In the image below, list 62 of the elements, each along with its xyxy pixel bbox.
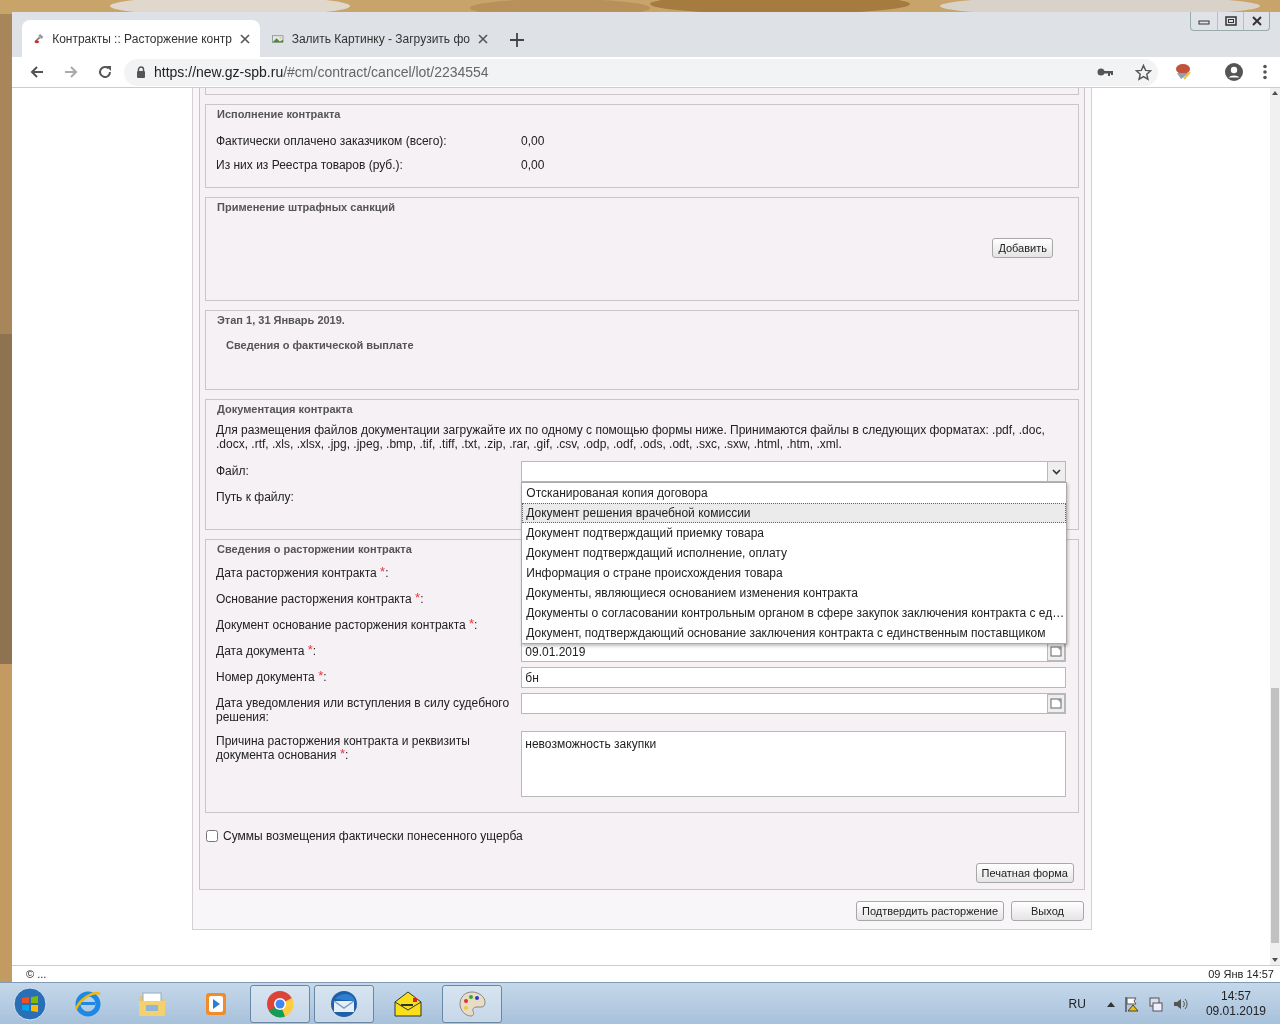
dropdown-option[interactable]: Информация о стране происхождения товара — [522, 563, 1067, 583]
browser-tab[interactable]: Залить Картинку - Загрузить фо — [260, 20, 498, 57]
back-arrow-icon — [29, 64, 45, 80]
checkbox-label: Суммы возмещения фактически понесенного ущерба — [223, 828, 523, 845]
forward-arrow-icon — [63, 64, 79, 80]
lock-icon — [136, 66, 146, 78]
tab-close-button[interactable] — [478, 33, 488, 44]
palette-icon[interactable] — [442, 984, 502, 1023]
new-tab-button[interactable] — [510, 33, 524, 47]
print-form-button[interactable]: Печатная форма — [975, 863, 1074, 883]
field-label: Дата уведомления или вступления в силу судебного решения: — [216, 695, 511, 726]
section-subtitle: Сведения о фактической выплате — [226, 338, 415, 353]
field-label: Путь к файлу: — [216, 489, 295, 506]
field-label: Файл: — [216, 463, 250, 480]
date-field[interactable] — [521, 693, 1066, 714]
close-icon — [1250, 16, 1263, 26]
close-icon — [478, 33, 488, 44]
url-text: https://new.gz-spb.ru/#cm/contract/cancel/lot/2234554 — [154, 62, 489, 82]
field-label: Фактически оплачено заказчиком (всего): — [216, 133, 448, 150]
maximize-icon — [1224, 16, 1237, 26]
browser-icon[interactable] — [250, 984, 310, 1023]
key-icon[interactable] — [1097, 67, 1113, 77]
textarea-field[interactable]: невозможность закупки — [521, 731, 1066, 797]
menu-icon[interactable] — [1262, 64, 1268, 80]
add-button[interactable]: Добавить — [992, 238, 1053, 258]
plus-icon — [510, 33, 524, 47]
field-label: Из них из Реестра товаров (руб.): — [216, 157, 404, 174]
dropdown-option[interactable]: Документ подтверждащий приемку товара — [522, 523, 1067, 543]
confirm-button[interactable]: Подтвердить расторжение — [855, 901, 1004, 921]
checkbox[interactable] — [206, 830, 218, 842]
address-bar[interactable]: https://new.gz-spb.ru/#cm/contract/cancel/lot/2234554 — [124, 58, 1158, 86]
scrollbar[interactable] — [1270, 88, 1280, 965]
reload-icon — [97, 64, 113, 80]
chevron-down-icon — [1052, 468, 1061, 475]
field-value: 0,00 — [521, 133, 545, 150]
dropdown-option[interactable]: Документ решения врачебной комиссии — [522, 503, 1067, 523]
close-icon — [240, 33, 250, 44]
network-icon[interactable] — [1147, 995, 1164, 1012]
scrollbar-thumb[interactable] — [1271, 688, 1279, 943]
taskbar-clock[interactable]: 14:57 09.01.2019 — [1205, 988, 1266, 1019]
dropdown-option[interactable]: Документ, подтверждающий основание заключения контракта с единственным поставщиком — [522, 623, 1067, 643]
minimize-icon — [1198, 17, 1210, 25]
profile-icon[interactable] — [1224, 62, 1244, 82]
status-date: 09 Янв 14:57 — [1208, 966, 1274, 982]
mail-bird-icon[interactable] — [314, 984, 374, 1023]
star-icon[interactable] — [1135, 63, 1152, 81]
flag-icon[interactable] — [1123, 995, 1140, 1012]
language-indicator[interactable]: RU — [1068, 994, 1086, 1013]
section-title: Применение штрафных санкций — [215, 199, 398, 216]
status-text: © ... — [26, 966, 47, 982]
extension-icon[interactable] — [1174, 63, 1192, 81]
field-value: 0,00 — [521, 157, 545, 174]
dropdown-option[interactable]: Отсканированая копия договора — [522, 483, 1067, 503]
calendar-button[interactable] — [1047, 694, 1065, 713]
browser-tab[interactable]: Контракты :: Расторжение контр — [22, 20, 260, 57]
tab-close-button[interactable] — [240, 33, 250, 44]
exit-button[interactable]: Выход — [1011, 901, 1084, 921]
dropdown-option[interactable]: Документы, являющиеся основанием изменения контракта — [522, 583, 1067, 603]
dropdown-option[interactable]: Документы о согласовании контрольным органом в сфере закупок заключения контракта с ед… — [522, 603, 1067, 623]
dropdown-option[interactable]: Документ подтверждащий исполнение, оплату — [522, 543, 1067, 563]
instructions-text: Для размещения файлов документации загружайте их по одному с помощью формы ниже. Принимаются файлы в следующих форматах: .pdf, .doc, .docx, .rtf, .xls, .xlsx, .jpg, .jpeg, .bmp, .tif, .tiff, .txt, .zip, .rar, .gif, .csv, .odp, .odf, .ods, .odt, .sxc, .sxw, .html, .htm, .xml. — [216, 423, 1046, 451]
text-field[interactable]: бн — [521, 667, 1066, 688]
